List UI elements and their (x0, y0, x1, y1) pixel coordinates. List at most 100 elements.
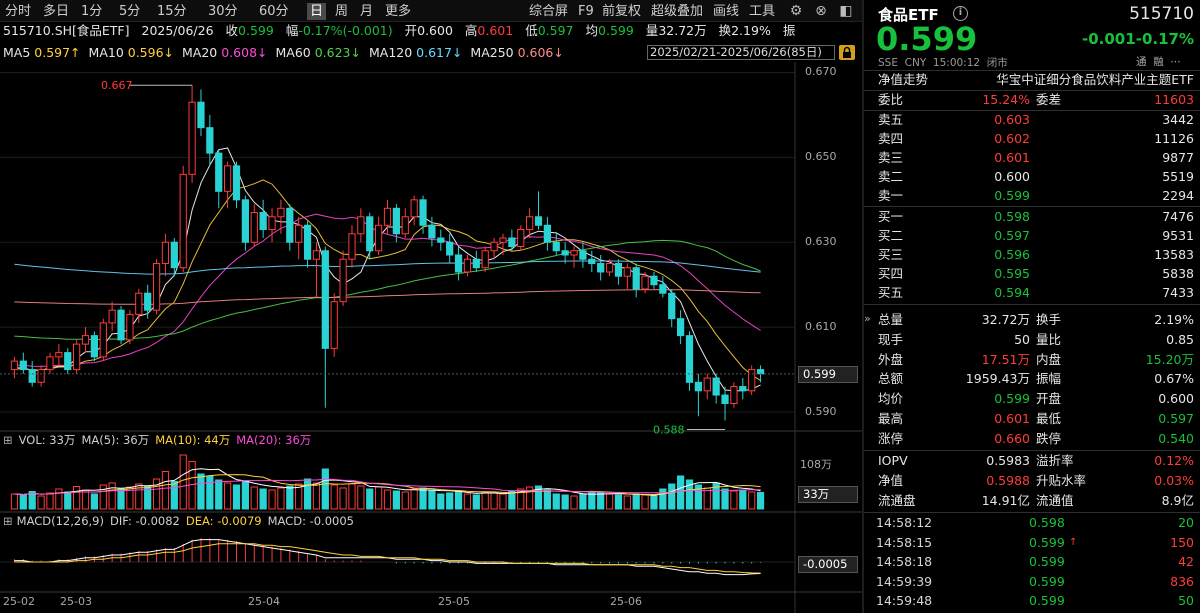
stat-value-b: 0.85 (1166, 331, 1194, 347)
candle-body-78 (703, 377, 711, 392)
ask-row-1[interactable]: 卖四 0.602 11126 (864, 130, 1200, 149)
tool-button-1[interactable]: F9 (575, 3, 597, 20)
ask-row-4[interactable]: 卖一 0.599 2294 (864, 187, 1200, 206)
bid-row-2[interactable]: 买三 0.596 13583 (864, 246, 1200, 265)
volume-bar-44 (401, 491, 409, 510)
tick-volume: 150 (1170, 534, 1194, 550)
tool-button-4[interactable]: 画线 (710, 3, 742, 20)
quote-info-line: 515710.SH[食品ETF] 2025/06/26 收0.599 幅-0.1… (3, 22, 803, 39)
volume-bar-45 (410, 488, 418, 510)
ma-line-0 (14, 147, 761, 392)
candle-body-83 (748, 369, 756, 392)
period-tab-8[interactable]: 周 (332, 3, 351, 20)
low-value: 0.597 (537, 23, 574, 38)
date-range-box[interactable]: 2025/02/21-2025/06/26(85日) (647, 45, 835, 60)
period-tab-7[interactable]: 日 (307, 3, 327, 20)
volume-bar-28 (259, 488, 267, 510)
more-icon[interactable]: ⋯ (1170, 56, 1181, 68)
bid-label: 买五 (878, 285, 904, 300)
stat-label-a: 涨停 (878, 430, 904, 446)
divider (864, 206, 1200, 207)
candle-body-62 (561, 250, 569, 256)
candle-body-73 (659, 284, 667, 294)
ask-row-0[interactable]: 卖五 0.603 3442 (864, 111, 1200, 130)
candle-body-27 (250, 212, 258, 243)
candle-body-17 (161, 241, 170, 264)
security-code: 515710.SH[食品ETF] (3, 23, 130, 38)
quote-date: 2025/06/26 (141, 23, 214, 38)
volume-bar-68 (614, 494, 623, 510)
kline-chart[interactable]: 0.667 0.588 (0, 62, 862, 613)
volume-bar-42 (383, 489, 392, 510)
ma-label-3: MA60 (275, 45, 315, 60)
ask-label: 卖四 (878, 131, 904, 146)
candle-body-77 (694, 381, 702, 392)
volume-bar-17 (161, 471, 170, 510)
period-tab-3[interactable]: 5分 (116, 3, 143, 20)
collapse-icon[interactable]: ◧ (837, 2, 855, 20)
tick-volume: 50 (1178, 593, 1194, 609)
tool-button-0[interactable]: 综合屏 (526, 3, 571, 20)
bid-volume: 13583 (1154, 247, 1194, 262)
bid-row-4[interactable]: 买五 0.594 7433 (864, 284, 1200, 303)
period-tab-6[interactable]: 60分 (256, 3, 292, 20)
period-tab-1[interactable]: 多日 (40, 3, 72, 20)
candle-body-58 (526, 216, 534, 231)
candle-body-70 (632, 267, 640, 290)
amplitude-label: 振 (782, 23, 796, 38)
candle-body-32 (295, 224, 303, 243)
tick-volume: 42 (1178, 554, 1194, 570)
candle-body-44 (401, 216, 409, 235)
ask-label: 卖二 (878, 169, 904, 184)
candle-body-19 (179, 173, 187, 269)
candle-body-60 (543, 224, 551, 243)
candle-body-69 (623, 267, 631, 277)
period-tab-10[interactable]: 更多 (382, 3, 414, 20)
candle-body-68 (614, 262, 623, 277)
info-icon[interactable]: i (953, 6, 968, 21)
nav-trend-link[interactable]: 净值走势 (878, 71, 928, 90)
price-change: -0.001 (1082, 30, 1136, 48)
tick-price: 0.598 (1029, 515, 1065, 530)
ratio-label: 委比 (878, 92, 904, 107)
candle-body-6 (64, 352, 72, 371)
tick-row-4: 14:59:48 0.599 50 (864, 592, 1200, 609)
period-tab-5[interactable]: 30分 (205, 3, 241, 20)
bid-row-0[interactable]: 买一 0.598 7476 (864, 208, 1200, 227)
fund-label-b: 溢折率 (1036, 453, 1074, 468)
open-value: 0.600 (417, 23, 453, 38)
ask-row-3[interactable]: 卖二 0.600 5519 (864, 168, 1200, 187)
bid-row-1[interactable]: 买二 0.597 9531 (864, 227, 1200, 246)
candle-body-72 (650, 275, 658, 286)
volume-bar-34 (312, 482, 321, 510)
candle-body-5 (55, 352, 63, 358)
volume-bar-46 (419, 487, 427, 510)
tool-button-2[interactable]: 前复权 (599, 3, 644, 20)
candle-body-76 (685, 335, 694, 383)
tong-badge: 通 (1136, 56, 1147, 68)
volume-bar-8 (81, 489, 90, 510)
tool-button-5[interactable]: 工具 (746, 3, 778, 20)
ask-row-2[interactable]: 卖三 0.601 9877 (864, 149, 1200, 168)
lock-icon[interactable] (839, 45, 855, 60)
period-tab-4[interactable]: 15分 (154, 3, 190, 20)
period-tab-9[interactable]: 月 (357, 3, 376, 20)
close-icon[interactable]: ⊗ (812, 2, 830, 20)
candle-body-15 (144, 292, 152, 311)
bid-row-3[interactable]: 买四 0.595 5838 (864, 265, 1200, 284)
volume-bar-54 (490, 492, 498, 510)
ask-label: 卖一 (878, 188, 904, 203)
candle-body-20 (188, 101, 196, 175)
volume-bar-38 (348, 483, 356, 510)
tick-price: 0.599 (1029, 554, 1065, 570)
period-tab-2[interactable]: 1分 (78, 3, 105, 20)
stat-label-b: 振幅 (1036, 371, 1062, 387)
tool-button-3[interactable]: 超级叠加 (648, 3, 706, 20)
volume-bar-33 (303, 478, 312, 510)
gear-icon[interactable]: ⚙ (787, 2, 805, 20)
period-tab-0[interactable]: 分时 (2, 3, 34, 20)
ma-value-3: 0.623↓ (314, 45, 361, 60)
candle-body-56 (508, 237, 516, 247)
candle-body-26 (241, 199, 249, 243)
nav-row[interactable]: 净值走势 华宝中证细分食品饮料产业主题ETF (864, 71, 1200, 90)
